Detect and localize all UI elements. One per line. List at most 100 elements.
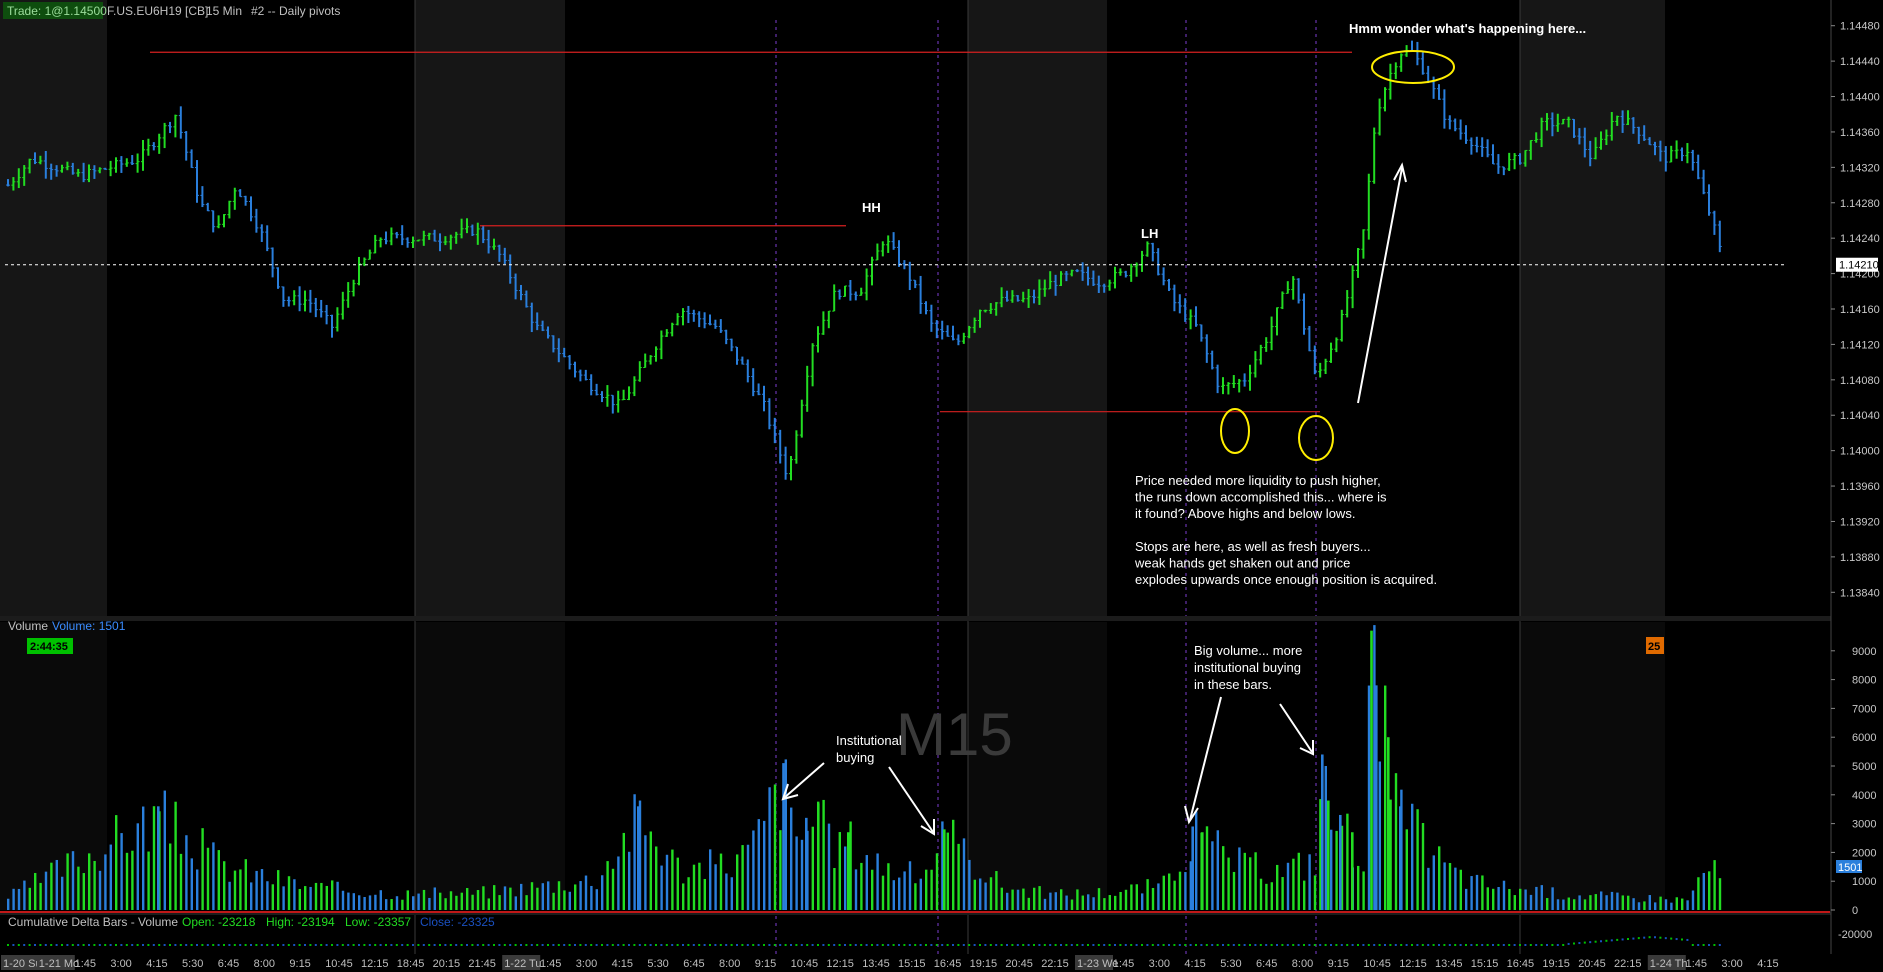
delta-bar xyxy=(1583,941,1586,944)
delta-bar xyxy=(908,944,911,946)
volume-value-label: Volume: 1501 xyxy=(52,619,126,633)
delta-bar xyxy=(865,944,868,946)
volume-bar xyxy=(1157,883,1160,910)
delta-bar xyxy=(1475,944,1478,946)
delta-bar xyxy=(1087,944,1089,946)
volume-bar xyxy=(1486,887,1489,910)
delta-bar xyxy=(201,944,204,946)
delta-bar xyxy=(611,944,614,946)
delta-bar xyxy=(514,944,517,946)
delta-bar xyxy=(1573,942,1575,945)
volume-bar xyxy=(304,886,307,910)
volume-bar xyxy=(374,894,377,910)
delta-bar xyxy=(547,944,549,946)
volume-bar xyxy=(358,895,361,910)
volume-bar xyxy=(800,839,804,910)
delta-bar xyxy=(379,944,382,946)
delta-bar xyxy=(665,944,668,946)
delta-bar xyxy=(233,944,236,946)
delta-bar xyxy=(692,944,695,946)
volume-bar xyxy=(606,861,609,910)
delta-bar xyxy=(314,944,317,946)
delta-bar xyxy=(1227,944,1230,946)
delta-bar xyxy=(244,944,247,946)
volume-bar xyxy=(617,856,620,910)
volume-bar xyxy=(871,869,874,910)
delta-bar xyxy=(487,944,490,946)
delta-bar xyxy=(142,944,144,946)
delta-bar xyxy=(876,944,879,946)
delta-bar xyxy=(1205,944,1208,946)
price-tick-label: 1.14160 xyxy=(1840,304,1880,316)
delta-bar xyxy=(557,944,560,946)
annotation-line: in these bars. xyxy=(1194,677,1272,692)
delta-bar xyxy=(973,944,976,946)
volume-bar xyxy=(757,819,760,910)
delta-bar xyxy=(568,944,571,946)
volume-bar xyxy=(1567,897,1570,910)
volume-bar xyxy=(611,868,615,910)
delta-bar xyxy=(331,944,333,946)
volume-spike xyxy=(1370,630,1373,910)
time-label: 8:00 xyxy=(254,958,275,970)
price-axis[interactable] xyxy=(1831,0,1883,954)
delta-bar xyxy=(7,944,9,946)
volume-bar xyxy=(39,882,42,910)
volume-bar xyxy=(34,872,37,910)
delta-bar xyxy=(395,944,398,946)
delta-bar xyxy=(503,944,506,946)
delta-bar xyxy=(736,944,738,946)
price-tick-label: 1.14120 xyxy=(1840,339,1880,351)
volume-bar xyxy=(1556,899,1560,910)
delta-bar xyxy=(520,944,522,946)
volume-bar xyxy=(671,849,674,910)
delta-bar xyxy=(1292,944,1295,946)
trade-label[interactable]: Trade: 1@1.14500 xyxy=(7,4,107,18)
delta-bar xyxy=(1637,937,1640,940)
trading-chart[interactable]: 1.14480 1.14440 1.14400 1.14360 1.14320 1.142… xyxy=(0,0,1883,972)
session-shade xyxy=(0,622,107,910)
session-shade xyxy=(1520,0,1665,618)
delta-bar xyxy=(811,944,814,946)
volume-spike xyxy=(1375,685,1378,910)
delta-bar xyxy=(1589,941,1592,944)
volume-bar xyxy=(287,876,291,910)
delta-bar xyxy=(115,944,117,946)
delta-bar xyxy=(277,944,279,946)
delta-bar xyxy=(1173,944,1176,946)
volume-spike xyxy=(1387,737,1390,910)
volume-spike xyxy=(637,806,640,910)
delta-bar xyxy=(412,944,414,946)
volume-bar xyxy=(1675,897,1678,910)
volume-bar xyxy=(444,898,447,910)
volume-bar xyxy=(71,851,75,910)
symbol-label: F.US.EU6H19 [CB] xyxy=(107,4,208,18)
delta-bar xyxy=(779,944,782,946)
delta-bar xyxy=(61,944,63,946)
time-label: 9:15 xyxy=(755,958,776,970)
delta-bar xyxy=(817,944,819,946)
volume-bar xyxy=(1621,895,1624,910)
volume-spike xyxy=(1339,814,1342,910)
delta-bar xyxy=(800,944,803,946)
delta-bar xyxy=(498,944,501,946)
delta-bar xyxy=(1000,944,1003,946)
delta-bar xyxy=(39,944,42,946)
price-tick-label: 1.14280 xyxy=(1840,198,1880,210)
delta-bar xyxy=(989,944,992,946)
volume-bar xyxy=(1443,862,1446,910)
delta-bar xyxy=(1189,944,1192,946)
delta-bar xyxy=(601,944,603,946)
delta-bar xyxy=(309,944,312,946)
delta-bar xyxy=(1076,944,1079,946)
volume-bar xyxy=(163,790,166,910)
delta-bar xyxy=(1627,938,1629,940)
volume-bar xyxy=(763,820,766,910)
delta-bar xyxy=(433,944,436,946)
volume-bar xyxy=(309,886,312,910)
volume-bar xyxy=(412,896,415,910)
delta-bar xyxy=(1421,944,1424,946)
interval-label[interactable]: 15 Min xyxy=(206,4,242,18)
delta-bar xyxy=(1330,944,1332,946)
volume-bar xyxy=(385,899,388,910)
